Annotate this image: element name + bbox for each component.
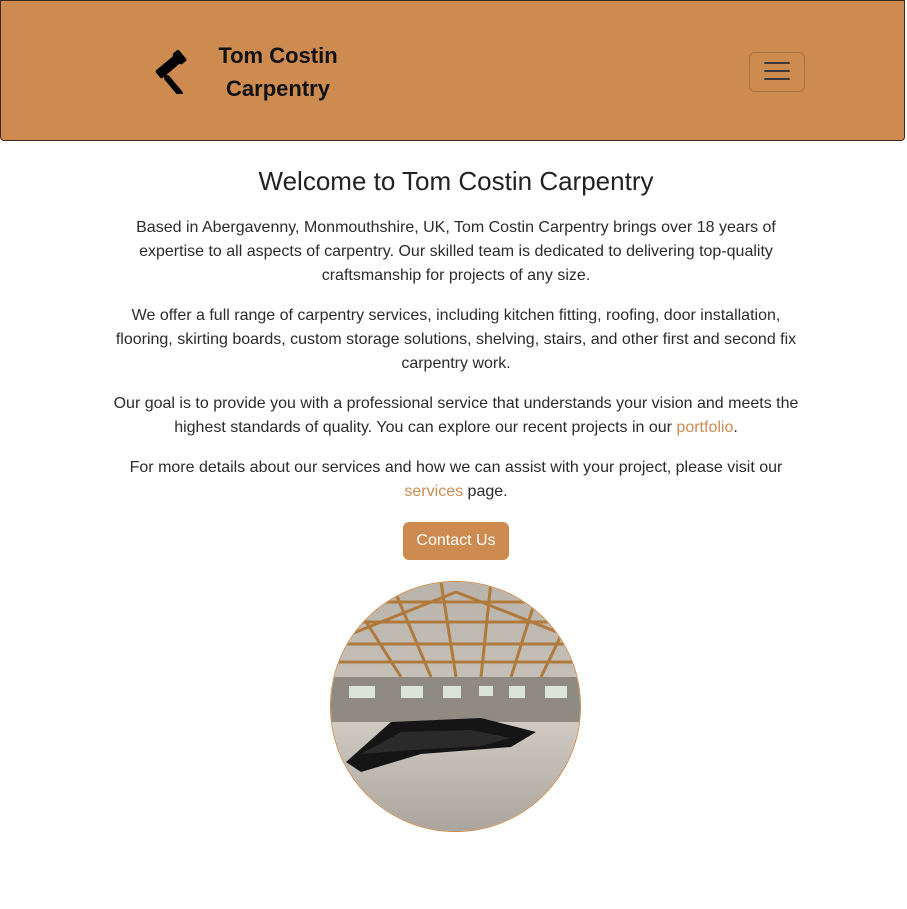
goal-paragraph: Our goal is to provide you with a profes…: [110, 392, 802, 440]
page-title: Welcome to Tom Costin Carpentry: [258, 166, 654, 196]
hammer-icon: [155, 49, 203, 95]
hamburger-menu-icon: [763, 60, 791, 85]
project-photo-image: [331, 582, 580, 831]
menu-toggle-button[interactable]: [749, 52, 805, 92]
details-text-end: page.: [463, 483, 508, 500]
portfolio-link[interactable]: portfolio: [676, 419, 733, 436]
brand-link[interactable]: Tom Costin Carpentry: [155, 39, 339, 105]
main-content: Welcome to Tom Costin Carpentry Based in…: [110, 160, 802, 560]
brand-line-1: Tom Costin: [218, 43, 338, 68]
services-link[interactable]: services: [404, 483, 463, 500]
goal-text-end: .: [733, 419, 738, 436]
details-paragraph: For more details about our services and …: [110, 456, 802, 504]
contact-us-button[interactable]: Contact Us: [403, 522, 509, 560]
services-paragraph: We offer a full range of carpentry servi…: [115, 307, 797, 372]
details-text: For more details about our services and …: [129, 459, 783, 476]
intro-paragraph: Based in Abergavenny, Monmouthshire, UK,…: [136, 219, 776, 284]
brand-line-2: Carpentry: [226, 76, 330, 101]
project-photo: [330, 581, 581, 832]
navbar: Tom Costin Carpentry: [0, 0, 905, 141]
brand-name: Tom Costin Carpentry: [217, 39, 339, 105]
